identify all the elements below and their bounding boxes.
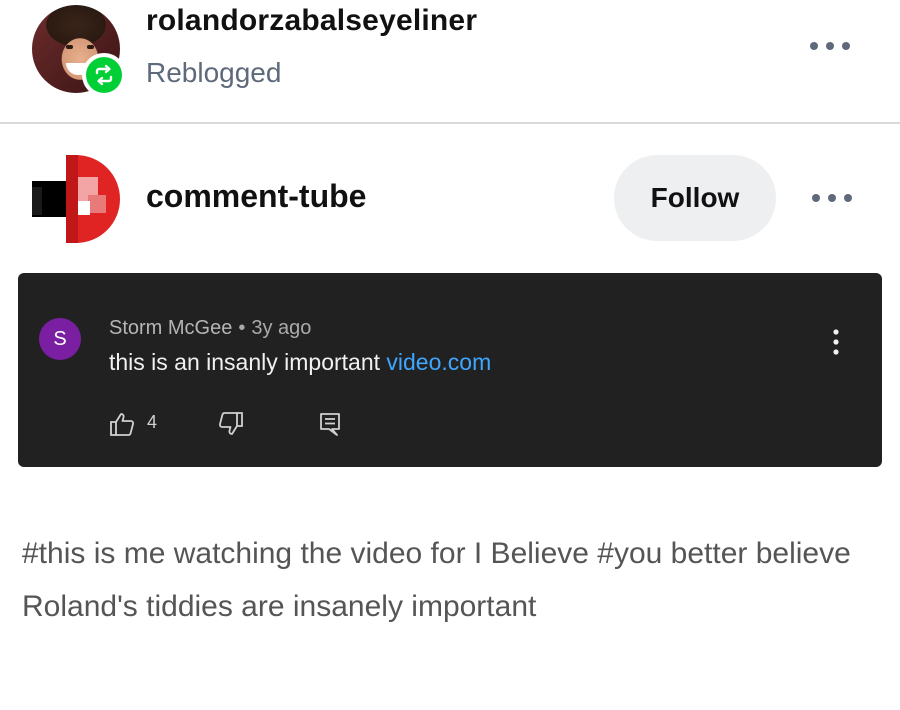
comment-text: this is an insanly important video.com [109, 349, 491, 376]
avatar-eye [87, 45, 94, 49]
comment-link: video.com [386, 349, 492, 375]
reblog-badge [82, 53, 126, 97]
more-options-icon[interactable] [808, 188, 856, 208]
kebab-menu-icon [828, 327, 844, 357]
comment-time: 3y ago [251, 317, 312, 339]
more-options-icon[interactable] [806, 36, 854, 56]
reblogger-username[interactable]: rolandorzabalseyeliner [146, 4, 477, 38]
comment-body: this is an insanly important [109, 349, 387, 375]
reblog-icon [86, 57, 122, 93]
avatar-eye [66, 45, 73, 49]
meta-separator: • [238, 317, 246, 339]
blog-avatar[interactable] [32, 155, 120, 243]
post-header: comment-tube Follow [0, 150, 900, 245]
thumbs-up-icon [109, 411, 135, 437]
follow-button[interactable]: Follow [614, 155, 776, 241]
tag-link[interactable]: #this is me watching the video for I Bel… [22, 537, 589, 570]
reply-icon [318, 411, 342, 437]
post-tags: #this is me watching the video for I Bel… [22, 527, 852, 633]
thumbs-down-icon [218, 411, 244, 437]
comment-screenshot: S Storm McGee • 3y ago this is an insanly … [18, 273, 882, 467]
like-count: 4 [147, 412, 158, 432]
comment-author: Storm McGee [109, 317, 233, 339]
divider [0, 122, 900, 124]
reblog-header: rolandorzabalseyeliner Reblogged [0, 0, 900, 122]
comment-meta: Storm McGee • 3y ago [109, 317, 311, 340]
reblogged-label: Reblogged [146, 57, 282, 88]
blog-name[interactable]: comment-tube [146, 178, 366, 215]
commenter-avatar: S [39, 318, 81, 360]
